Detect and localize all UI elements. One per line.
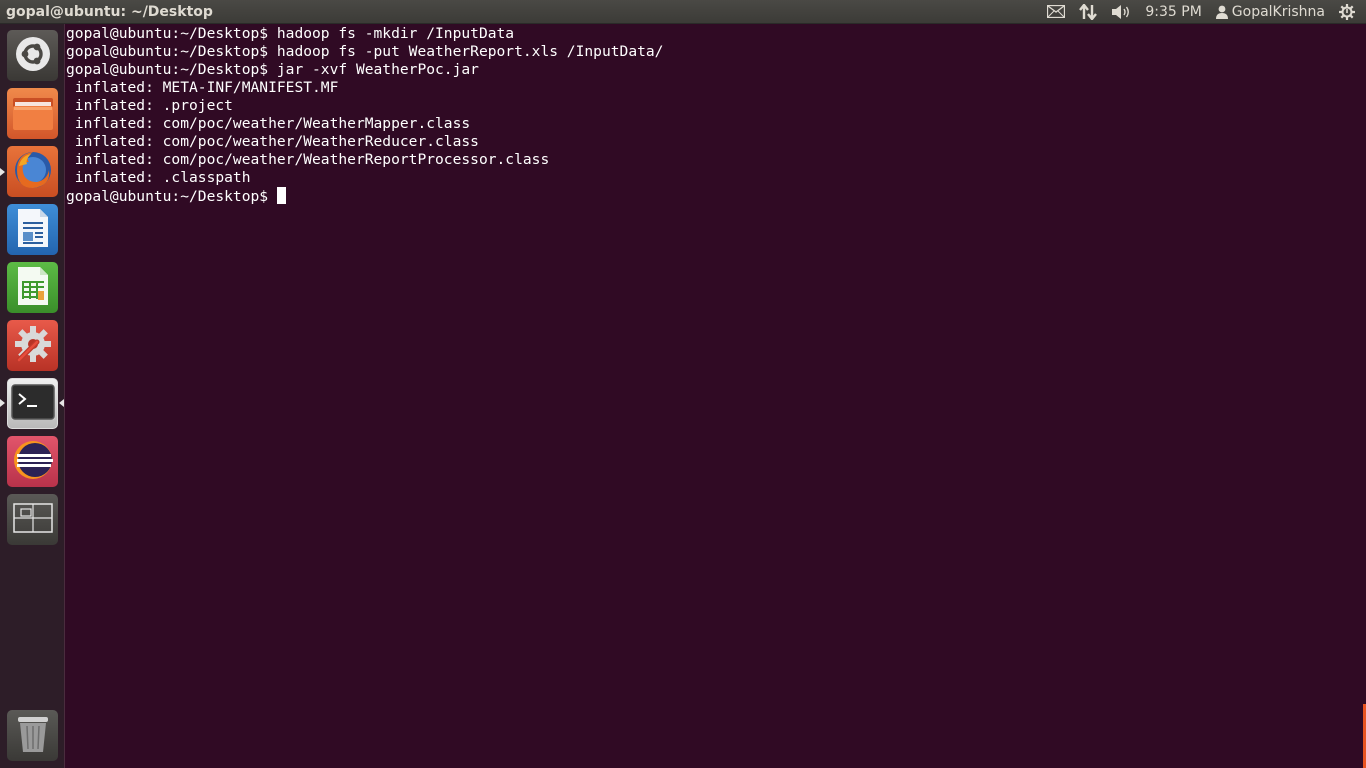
terminal-line: inflated: META-INF/MANIFEST.MF <box>66 79 339 96</box>
writer-icon <box>15 207 51 253</box>
terminal-line: inflated: com/poc/weather/WeatherMapper.… <box>66 115 471 132</box>
eclipse-icon <box>11 438 55 486</box>
terminal-prompt: gopal@ubuntu:~/Desktop$ <box>66 188 277 205</box>
ubuntu-logo-icon <box>14 35 52 77</box>
top-panel: gopal@ubuntu: ~/Desktop 9:35 PM GopalKri… <box>0 0 1366 24</box>
terminal-line: gopal@ubuntu:~/Desktop$ hadoop fs -mkdir… <box>66 25 515 42</box>
calc-icon <box>15 265 51 311</box>
launcher-item-writer[interactable] <box>7 204 58 255</box>
speaker-icon[interactable] <box>1104 0 1138 24</box>
focused-indicator <box>59 399 64 407</box>
settings-icon <box>11 322 55 370</box>
terminal-line: inflated: .classpath <box>66 169 251 186</box>
trash-icon <box>16 714 50 758</box>
terminal-line: inflated: com/poc/weather/WeatherReducer… <box>66 133 479 150</box>
user-name: GopalKrishna <box>1231 3 1325 20</box>
terminal-icon <box>10 383 55 424</box>
terminal-cursor <box>276 187 286 204</box>
terminal-output: gopal@ubuntu:~/Desktop$ hadoop fs -mkdir… <box>66 25 1366 187</box>
launcher-item-eclipse[interactable] <box>7 436 58 487</box>
dash-button[interactable] <box>7 30 58 81</box>
launcher <box>0 24 65 768</box>
clock[interactable]: 9:35 PM <box>1138 0 1208 24</box>
launcher-item-workspace-switcher[interactable] <box>7 494 58 545</box>
user-icon <box>1215 5 1228 19</box>
terminal-prompt-line[interactable]: gopal@ubuntu:~/Desktop$ <box>66 187 1366 205</box>
workspace-icon <box>12 502 53 537</box>
gear-power-icon[interactable] <box>1332 0 1362 24</box>
terminal-line: gopal@ubuntu:~/Desktop$ hadoop fs -put W… <box>66 43 664 60</box>
launcher-item-trash[interactable] <box>7 710 58 761</box>
envelope-icon[interactable] <box>1040 0 1072 24</box>
folder-icon <box>11 92 55 136</box>
network-arrows-icon[interactable] <box>1072 0 1104 24</box>
firefox-icon <box>11 148 55 196</box>
terminal-line: inflated: com/poc/weather/WeatherReportP… <box>66 151 550 168</box>
running-indicator <box>0 399 5 407</box>
indicator-area: 9:35 PM GopalKrishna <box>1040 0 1366 24</box>
launcher-item-terminal[interactable] <box>7 378 58 429</box>
terminal-line: gopal@ubuntu:~/Desktop$ jar -xvf Weather… <box>66 61 479 78</box>
running-indicator <box>0 168 5 176</box>
launcher-item-files[interactable] <box>7 88 58 139</box>
window-title: gopal@ubuntu: ~/Desktop <box>6 3 213 20</box>
launcher-item-calc[interactable] <box>7 262 58 313</box>
terminal-line: inflated: .project <box>66 97 233 114</box>
launcher-item-system-settings[interactable] <box>7 320 58 371</box>
launcher-item-firefox[interactable] <box>7 146 58 197</box>
terminal-window[interactable]: gopal@ubuntu:~/Desktop$ hadoop fs -mkdir… <box>66 24 1366 768</box>
user-menu[interactable]: GopalKrishna <box>1209 0 1332 24</box>
